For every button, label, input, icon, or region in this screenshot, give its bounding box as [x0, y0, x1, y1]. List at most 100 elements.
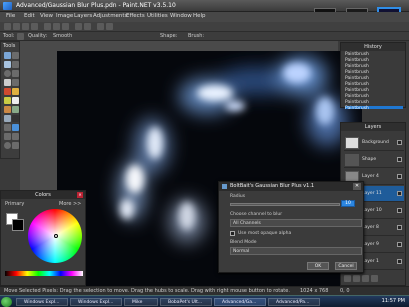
- layer-name: Layer 10: [362, 208, 382, 213]
- ellipse-select-icon[interactable]: [4, 70, 11, 77]
- menu-layers[interactable]: Layers: [74, 13, 92, 19]
- eraser-icon[interactable]: [12, 97, 19, 104]
- main-toolbar: [0, 22, 409, 32]
- opaque-alpha-checkbox[interactable]: [230, 231, 235, 236]
- layer-visibility-checkbox[interactable]: [397, 140, 402, 145]
- cursor-position: 0, 0: [340, 288, 350, 294]
- rounded-rectangle-icon[interactable]: [12, 133, 19, 140]
- recolor-icon[interactable]: [4, 115, 11, 122]
- print-icon[interactable]: [31, 23, 38, 30]
- tools-panel-title: Tools: [3, 43, 16, 49]
- window-title: Advanced/Gaussian Blur Plus.pdn - Paint.…: [16, 2, 176, 9]
- layer-visibility-checkbox[interactable]: [397, 208, 402, 213]
- layer-visibility-checkbox[interactable]: [397, 191, 402, 196]
- ellipse-icon[interactable]: [4, 142, 11, 149]
- paint-bucket-icon[interactable]: [4, 88, 11, 95]
- open-icon[interactable]: [13, 23, 20, 30]
- color-wheel-marker[interactable]: [54, 234, 58, 238]
- gaussian-blur-dialog: BoltBait's Gaussian Blur Plus v1.1 ✕ Rad…: [218, 181, 364, 273]
- selection-tool-icon[interactable]: [17, 33, 24, 40]
- radius-input[interactable]: 10: [341, 200, 355, 207]
- layer-name: Layer 4: [362, 174, 379, 179]
- menu-bar: File Edit View Image Layers Adjustments …: [0, 12, 409, 22]
- primary-dropdown[interactable]: Primary: [5, 201, 24, 207]
- new-icon[interactable]: [4, 23, 11, 30]
- history-item-selected[interactable]: Paintbrush: [345, 106, 403, 111]
- copy-icon[interactable]: [53, 23, 60, 30]
- taskbar-item[interactable]: Mike: [124, 298, 158, 306]
- layer-visibility-checkbox[interactable]: [397, 225, 402, 230]
- move-selection-icon[interactable]: [12, 52, 19, 59]
- layer-properties-icon[interactable]: [371, 275, 378, 282]
- start-button[interactable]: [1, 297, 12, 307]
- menu-help[interactable]: Help: [193, 13, 206, 19]
- color-palette[interactable]: [5, 271, 83, 276]
- layer-visibility-checkbox[interactable]: [397, 259, 402, 264]
- menu-utilities[interactable]: Utilities: [147, 13, 168, 19]
- radius-slider[interactable]: [230, 203, 340, 206]
- layer-visibility-checkbox[interactable]: [397, 157, 402, 162]
- radius-label: Radius: [230, 194, 246, 199]
- layer-name: Layer 11: [362, 191, 382, 196]
- add-layer-icon[interactable]: [344, 275, 351, 282]
- taskbar-item[interactable]: Advanced/Pa...: [268, 298, 320, 306]
- taskbar-item-active[interactable]: Advanced/Ga...: [214, 298, 266, 306]
- rectangle-icon[interactable]: [4, 133, 11, 140]
- close-icon[interactable]: ✕: [77, 192, 83, 198]
- gradient-icon[interactable]: [12, 88, 19, 95]
- pan-icon[interactable]: [12, 79, 19, 86]
- redo-icon[interactable]: [84, 23, 91, 30]
- layer-visibility-checkbox[interactable]: [397, 242, 402, 247]
- paintnet-app-icon: [3, 2, 12, 10]
- undo-icon[interactable]: [75, 23, 82, 30]
- deselect-icon[interactable]: [97, 23, 104, 30]
- magic-wand-icon[interactable]: [4, 79, 11, 86]
- menu-effects[interactable]: Effects: [126, 13, 145, 19]
- history-panel: History Paintbrush Paintbrush Paintbrush…: [340, 42, 406, 111]
- taskbar-item[interactable]: Windows Expl...: [70, 298, 122, 306]
- line-icon[interactable]: [4, 124, 11, 131]
- crop-icon[interactable]: [106, 23, 113, 30]
- tool-options-bar: Tool: Quality: Smooth Shape: Brush:: [0, 32, 409, 41]
- rectangle-select-icon[interactable]: [4, 52, 11, 59]
- lasso-select-icon[interactable]: [4, 61, 11, 68]
- save-icon[interactable]: [22, 23, 29, 30]
- paste-icon[interactable]: [62, 23, 69, 30]
- layer-thumbnail: [345, 137, 359, 149]
- layers-title: Layers: [341, 123, 405, 131]
- menu-view[interactable]: View: [40, 13, 53, 19]
- more-button[interactable]: More >>: [59, 201, 81, 207]
- menu-adjustments[interactable]: Adjustments: [93, 13, 127, 19]
- layer-actions-bar: [344, 274, 404, 283]
- menu-file[interactable]: File: [6, 13, 15, 19]
- zoom-icon[interactable]: [12, 70, 19, 77]
- taskbar-item[interactable]: Windows Expl...: [16, 298, 68, 306]
- cancel-button[interactable]: Cancel: [335, 262, 357, 270]
- delete-layer-icon[interactable]: [353, 275, 360, 282]
- secondary-color-swatch[interactable]: [12, 219, 24, 231]
- ok-button[interactable]: OK: [307, 262, 329, 270]
- text-icon[interactable]: [12, 115, 19, 122]
- layer-row[interactable]: Shape: [344, 152, 404, 168]
- pencil-icon[interactable]: [4, 106, 11, 113]
- duplicate-layer-icon[interactable]: [362, 275, 369, 282]
- freeform-shape-icon[interactable]: [12, 142, 19, 149]
- menu-image[interactable]: Image: [56, 13, 73, 19]
- layer-row[interactable]: Background: [344, 135, 404, 151]
- system-clock[interactable]: 11:57 PM: [382, 298, 405, 304]
- channel-select[interactable]: All Channels: [230, 219, 362, 227]
- cut-icon[interactable]: [44, 23, 51, 30]
- paintbrush-icon[interactable]: [4, 97, 11, 104]
- layer-visibility-checkbox[interactable]: [397, 174, 402, 179]
- close-icon[interactable]: ✕: [353, 183, 361, 190]
- menu-edit[interactable]: Edit: [24, 13, 35, 19]
- taskbar-item[interactable]: BobaPet's Ult...: [160, 298, 212, 306]
- move-selected-icon[interactable]: [12, 61, 19, 68]
- blend-mode-select[interactable]: Normal: [230, 247, 362, 255]
- layer-name: Layer 1: [362, 259, 379, 264]
- color-picker-icon[interactable]: [12, 124, 19, 131]
- effect-icon: [222, 184, 227, 189]
- menu-window[interactable]: Window: [170, 13, 192, 19]
- clone-stamp-icon[interactable]: [12, 106, 19, 113]
- quality-value[interactable]: Smooth: [53, 33, 72, 39]
